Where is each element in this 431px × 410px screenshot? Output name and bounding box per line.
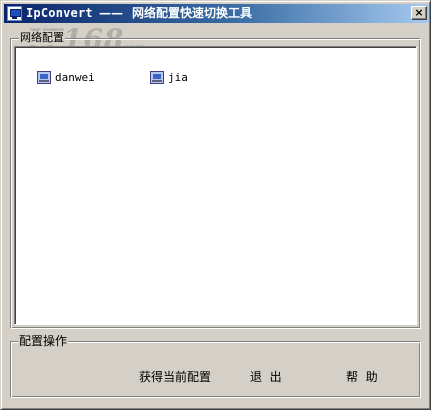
window-title: 网络配置快速切换工具 (132, 6, 253, 20)
network-config-icon (37, 70, 51, 84)
get-current-config-button[interactable]: 获得当前配置 (139, 369, 211, 385)
config-list[interactable]: danwei jia (14, 46, 417, 325)
help-button[interactable]: 帮 助 (346, 369, 378, 385)
list-item-label: danwei (55, 70, 95, 84)
title-bar[interactable]: IpConvert —— 网络配置快速切换工具 × (4, 4, 429, 23)
network-computer-icon (7, 6, 22, 21)
title-separator: —— (99, 6, 123, 20)
close-button[interactable]: × (411, 6, 427, 20)
config-operations-group: 配置操作 获得当前配置 退 出 帮 助 (10, 334, 421, 398)
network-config-label: 网络配置 (19, 31, 65, 45)
app-name: IpConvert (26, 6, 93, 20)
list-item-danwei[interactable]: danwei (37, 69, 95, 85)
list-item-jia[interactable]: jia (150, 69, 188, 85)
exit-button[interactable]: 退 出 (250, 369, 282, 385)
config-operations-label: 配置操作 (18, 334, 69, 348)
list-item-label: jia (168, 70, 188, 84)
close-icon: × (414, 6, 424, 19)
app-window: IpConvert —— 网络配置快速切换工具 × IT168 .com 网络配… (0, 0, 431, 410)
network-config-group: 网络配置 danwei jia (10, 31, 421, 329)
network-config-icon (150, 70, 164, 84)
